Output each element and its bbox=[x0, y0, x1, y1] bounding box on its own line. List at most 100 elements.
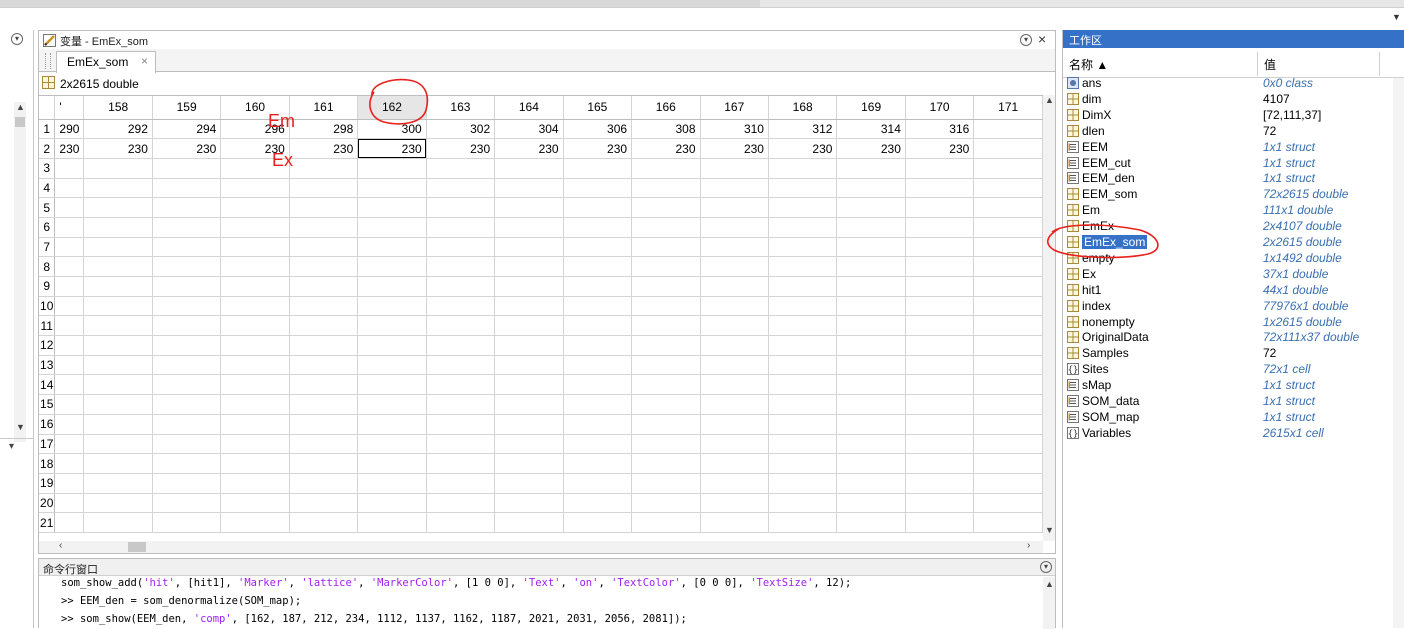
grid-cell[interactable] bbox=[54, 296, 85, 317]
grid-cell[interactable] bbox=[768, 315, 838, 337]
grid-cell[interactable]: 230 bbox=[905, 138, 975, 159]
workspace-scrollbar[interactable] bbox=[1393, 78, 1404, 628]
grid-cell[interactable] bbox=[220, 453, 290, 474]
grid-cell[interactable] bbox=[289, 296, 359, 317]
grid-cell[interactable] bbox=[289, 178, 359, 199]
grid-cell[interactable] bbox=[836, 453, 906, 474]
grid-cell[interactable] bbox=[152, 434, 222, 455]
grid-cell[interactable] bbox=[357, 493, 427, 514]
grid-cell[interactable] bbox=[563, 158, 633, 179]
grid-cell[interactable]: 316 bbox=[905, 119, 975, 140]
column-header[interactable]: 169 bbox=[836, 96, 906, 120]
grid-cell[interactable] bbox=[494, 335, 564, 356]
grid-cell[interactable] bbox=[289, 473, 359, 494]
grid-cell[interactable] bbox=[83, 256, 153, 277]
grid-cell[interactable] bbox=[836, 473, 906, 494]
row-header[interactable]: 11 bbox=[39, 315, 56, 337]
grid-cell[interactable] bbox=[700, 473, 769, 494]
grid-cell[interactable] bbox=[631, 355, 701, 376]
grid-cell[interactable] bbox=[220, 178, 290, 199]
workspace-variable-row[interactable]: EEM 1x1 struct bbox=[1063, 139, 1404, 155]
grid-cell[interactable] bbox=[631, 315, 701, 337]
grid-cell[interactable] bbox=[494, 256, 564, 277]
grid-cell[interactable] bbox=[631, 178, 701, 199]
grid-cell[interactable] bbox=[768, 158, 838, 179]
grid-cell[interactable] bbox=[289, 414, 359, 435]
grid-vertical-scrollbar[interactable]: ▲ ▼ bbox=[1043, 95, 1055, 541]
grid-cell[interactable]: 314 bbox=[836, 119, 906, 140]
grid-cell[interactable] bbox=[220, 434, 290, 455]
grid-cell[interactable] bbox=[973, 256, 1043, 277]
grid-cell[interactable] bbox=[83, 197, 153, 218]
grid-cell[interactable] bbox=[152, 296, 222, 317]
grid-cell[interactable] bbox=[289, 158, 359, 179]
grid-cell[interactable] bbox=[357, 335, 427, 356]
grid-cell[interactable] bbox=[357, 237, 427, 258]
grid-cell[interactable] bbox=[152, 197, 222, 218]
grid-cell[interactable] bbox=[152, 158, 222, 179]
grid-cell[interactable] bbox=[426, 453, 496, 474]
grid-cell[interactable] bbox=[768, 414, 838, 435]
grid-cell[interactable]: 302 bbox=[426, 119, 496, 140]
grid-cell[interactable]: 292 bbox=[83, 119, 153, 140]
workspace-variable-row[interactable]: SOM_data 1x1 struct bbox=[1063, 393, 1404, 409]
grid-cell[interactable] bbox=[563, 394, 633, 415]
grid-cell[interactable] bbox=[768, 512, 838, 533]
grid-cell[interactable] bbox=[631, 237, 701, 258]
grid-cell[interactable] bbox=[768, 434, 838, 455]
grid-cell[interactable] bbox=[905, 335, 975, 356]
column-header-name[interactable]: 名称 ▲ bbox=[1069, 56, 1108, 73]
grid-cell[interactable] bbox=[700, 158, 769, 179]
workspace-variable-row[interactable]: ans 0x0 class bbox=[1063, 75, 1404, 91]
grid-cell[interactable] bbox=[426, 493, 496, 514]
grid-cell[interactable] bbox=[220, 493, 290, 514]
grid-cell[interactable] bbox=[289, 217, 359, 238]
grid-cell[interactable] bbox=[54, 237, 85, 258]
grid-cell[interactable] bbox=[83, 355, 153, 376]
row-header[interactable]: 7 bbox=[39, 237, 56, 258]
grid-cell[interactable] bbox=[905, 473, 975, 494]
grid-cell[interactable]: 230 bbox=[54, 138, 85, 159]
grid-cell[interactable] bbox=[973, 158, 1043, 179]
grid-cell[interactable] bbox=[54, 158, 85, 179]
grid-cell[interactable] bbox=[83, 453, 153, 474]
grid-cell[interactable] bbox=[494, 355, 564, 376]
grid-cell[interactable] bbox=[973, 374, 1043, 396]
grid-cell[interactable] bbox=[700, 394, 769, 415]
panel-menu-icon[interactable]: ▾ bbox=[1020, 34, 1032, 46]
grid-cell[interactable] bbox=[494, 453, 564, 474]
grid-cell[interactable] bbox=[700, 315, 769, 337]
grid-horizontal-scrollbar[interactable]: ‹ › bbox=[39, 540, 1043, 553]
grid-cell[interactable] bbox=[494, 493, 564, 514]
grid-cell[interactable]: 308 bbox=[631, 119, 701, 140]
grid-cell[interactable] bbox=[426, 256, 496, 277]
grid-cell[interactable] bbox=[289, 512, 359, 533]
grid-cell[interactable] bbox=[494, 158, 564, 179]
grid-cell[interactable] bbox=[973, 276, 1043, 297]
grid-cell[interactable] bbox=[700, 414, 769, 435]
grid-cell[interactable] bbox=[768, 374, 838, 396]
grid-cell[interactable] bbox=[700, 197, 769, 218]
grid-cell[interactable] bbox=[973, 119, 1043, 140]
grid-cell[interactable]: 310 bbox=[700, 119, 769, 140]
grid-cell[interactable] bbox=[905, 453, 975, 474]
grid-cell[interactable] bbox=[563, 178, 633, 199]
grid-cell[interactable]: 230 bbox=[768, 138, 838, 159]
left-vertical-scrollbar[interactable] bbox=[14, 102, 26, 442]
grid-cell[interactable] bbox=[905, 296, 975, 317]
grid-cell[interactable] bbox=[768, 197, 838, 218]
top-tab-right[interactable] bbox=[760, 0, 1404, 7]
grid-cell[interactable] bbox=[836, 276, 906, 297]
grid-cell[interactable] bbox=[54, 453, 85, 474]
grid-cell[interactable] bbox=[494, 434, 564, 455]
grid-cell[interactable] bbox=[836, 178, 906, 199]
workspace-variable-row[interactable]: index 77976x1 double bbox=[1063, 298, 1404, 314]
scroll-up-icon[interactable]: ▲ bbox=[16, 102, 25, 112]
column-header[interactable]: 165 bbox=[563, 96, 633, 120]
grid-cell[interactable]: 230 bbox=[426, 138, 496, 159]
grid-cell[interactable]: 230 bbox=[83, 138, 153, 159]
grid-cell[interactable] bbox=[152, 473, 222, 494]
grid-cell[interactable] bbox=[289, 237, 359, 258]
grid-cell[interactable] bbox=[357, 414, 427, 435]
grid-cell[interactable]: 230 bbox=[700, 138, 769, 159]
